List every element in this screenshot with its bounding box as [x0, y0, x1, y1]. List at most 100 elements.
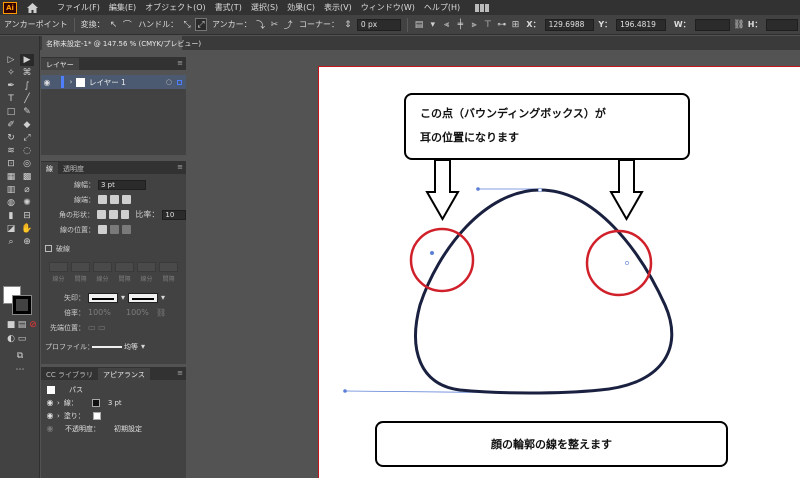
- bevel-join-icon[interactable]: [120, 210, 130, 219]
- workspace-switcher-icon[interactable]: [475, 3, 491, 12]
- eye-icon[interactable]: ◉: [45, 411, 55, 420]
- stroke-swatch[interactable]: [12, 295, 32, 315]
- stroke-attr-label[interactable]: 線：: [64, 398, 78, 408]
- stroke-attr-value[interactable]: 3 pt: [108, 399, 122, 407]
- target-icon[interactable]: ○: [166, 78, 172, 86]
- fill-color-swatch[interactable]: [92, 411, 101, 420]
- tab-stroke[interactable]: 線: [41, 162, 58, 174]
- remove-anchor-icon[interactable]: ⤵: [255, 18, 267, 31]
- cut-path-icon[interactable]: ✂: [268, 18, 280, 31]
- weight-input[interactable]: 3 pt: [98, 179, 146, 190]
- type-tool-icon[interactable]: T: [4, 93, 18, 105]
- gap-field[interactable]: [115, 262, 134, 272]
- layer-name[interactable]: レイヤー 1: [89, 77, 126, 88]
- arrow-align-icon[interactable]: ▭ ▭: [88, 323, 106, 332]
- document-tab[interactable]: 名称未設定-1* @ 147.56 % (CMYK/プレビュー): [42, 36, 201, 50]
- opacity-value[interactable]: 初期設定: [114, 424, 142, 434]
- hand-tool-icon[interactable]: ✋: [20, 223, 34, 235]
- eyedropper-icon[interactable]: ⌀: [20, 184, 34, 196]
- corner-input[interactable]: 0 px: [356, 18, 402, 31]
- artboard-tool-icon[interactable]: ⊟: [20, 210, 34, 222]
- dash-field[interactable]: [93, 262, 112, 272]
- none-mode-icon[interactable]: ⊘: [26, 319, 40, 331]
- menu-window[interactable]: ウィンドウ(W): [361, 2, 415, 13]
- blend-icon[interactable]: ◍: [4, 197, 18, 209]
- chevron-right-icon[interactable]: ›: [57, 412, 60, 420]
- panel-menu-icon[interactable]: ≡: [177, 369, 183, 377]
- chevron-right-icon[interactable]: ›: [66, 78, 76, 86]
- warp-icon[interactable]: ◌: [20, 145, 34, 157]
- corner-stepper-icon[interactable]: ⇕: [342, 18, 354, 31]
- line-tool-icon[interactable]: ╱: [20, 93, 34, 105]
- align-right-icon[interactable]: ⫸: [468, 18, 480, 31]
- shape-builder-icon[interactable]: ◎: [20, 158, 34, 170]
- round-join-icon[interactable]: [108, 210, 118, 219]
- change-screen-icon[interactable]: ⧉: [13, 350, 27, 362]
- chevron-down-icon[interactable]: ▾: [121, 293, 125, 302]
- handle-show-icon[interactable]: ⤡: [181, 18, 193, 31]
- home-icon[interactable]: [25, 2, 39, 14]
- chevron-down-icon[interactable]: ▾: [141, 342, 145, 351]
- menu-type[interactable]: 書式(T): [215, 2, 242, 13]
- zoom-tool-icon[interactable]: ⌕: [4, 236, 18, 248]
- rectangle-tool-icon[interactable]: □: [4, 106, 18, 118]
- slice-tool-icon[interactable]: ◪: [4, 223, 18, 235]
- eraser-icon[interactable]: ◆: [20, 119, 34, 131]
- shaper-icon[interactable]: ✐: [4, 119, 18, 131]
- layer-row[interactable]: ◉ › レイヤー 1 ○: [41, 75, 186, 89]
- direct-selection-tool-icon[interactable]: ▶: [20, 54, 34, 66]
- chevron-down-icon[interactable]: ▾: [161, 293, 165, 302]
- eye-icon[interactable]: ◉: [45, 424, 55, 433]
- paintbrush-icon[interactable]: ✎: [20, 106, 34, 118]
- scale-end-value[interactable]: 100%: [126, 308, 156, 317]
- square-cap-icon[interactable]: [122, 195, 131, 204]
- pen-tool-icon[interactable]: ✒: [4, 80, 18, 92]
- limit-input[interactable]: 10: [162, 209, 187, 220]
- scale-start-value[interactable]: 100%: [88, 308, 126, 317]
- y-input[interactable]: 196.4819: [616, 18, 666, 31]
- menu-edit[interactable]: 編集(E): [109, 2, 136, 13]
- screen-mode-icon[interactable]: ▭: [15, 333, 29, 345]
- mesh-icon[interactable]: ▩: [20, 171, 34, 183]
- more-tools-icon[interactable]: ⋯: [13, 364, 27, 376]
- menu-select[interactable]: 選択(S): [251, 2, 278, 13]
- convert-corner-icon[interactable]: ↖: [108, 18, 120, 31]
- h-input[interactable]: [766, 18, 798, 31]
- round-cap-icon[interactable]: [110, 195, 119, 204]
- x-input[interactable]: 129.6988: [544, 18, 595, 31]
- link-icon[interactable]: ⛓: [156, 308, 166, 317]
- align-menu-icon[interactable]: ▾: [427, 18, 439, 31]
- menu-file[interactable]: ファイル(F): [57, 2, 100, 13]
- rotate-icon[interactable]: ↻: [4, 132, 18, 144]
- align-center-icon[interactable]: ╪: [454, 18, 466, 31]
- reference-point-icon[interactable]: ⊞: [510, 18, 522, 31]
- dash-field[interactable]: [49, 262, 68, 272]
- convert-smooth-icon[interactable]: ⌒: [121, 18, 133, 31]
- zoom-placeholder-icon[interactable]: ⊕: [20, 236, 34, 248]
- tab-appearance[interactable]: アピアランス: [98, 368, 150, 380]
- fill-attr-label[interactable]: 塗り：: [64, 411, 85, 421]
- width-tool-icon[interactable]: ≋: [4, 145, 18, 157]
- dashed-checkbox[interactable]: [45, 245, 52, 252]
- arrow-start-select[interactable]: [88, 292, 118, 303]
- menu-view[interactable]: 表示(V): [324, 2, 352, 13]
- handle-hide-icon[interactable]: ⤢: [194, 18, 207, 31]
- gap-field[interactable]: [71, 262, 90, 272]
- graph-tool-icon[interactable]: ▮: [4, 210, 18, 222]
- menu-help[interactable]: ヘルプ(H): [424, 2, 460, 13]
- connect-anchor-icon[interactable]: ⤴: [282, 18, 294, 31]
- w-input[interactable]: [694, 18, 730, 31]
- chevron-right-icon[interactable]: ›: [57, 399, 60, 407]
- panel-menu-icon[interactable]: ≡: [177, 59, 183, 67]
- menu-object[interactable]: オブジェクト(O): [145, 2, 206, 13]
- align-outside-stroke-icon[interactable]: [122, 225, 131, 234]
- align-icon[interactable]: ▤: [413, 18, 425, 31]
- align-center-stroke-icon[interactable]: [98, 225, 107, 234]
- profile-select[interactable]: 均等: [124, 342, 138, 352]
- tab-transparency[interactable]: 透明度: [58, 162, 89, 174]
- tab-cc-libraries[interactable]: CC ライブラリ: [41, 368, 98, 380]
- arrow-end-select[interactable]: [128, 292, 159, 303]
- align-top-icon[interactable]: ⊤: [482, 18, 494, 31]
- butt-cap-icon[interactable]: [98, 195, 107, 204]
- scale-icon[interactable]: ⤢: [20, 132, 34, 144]
